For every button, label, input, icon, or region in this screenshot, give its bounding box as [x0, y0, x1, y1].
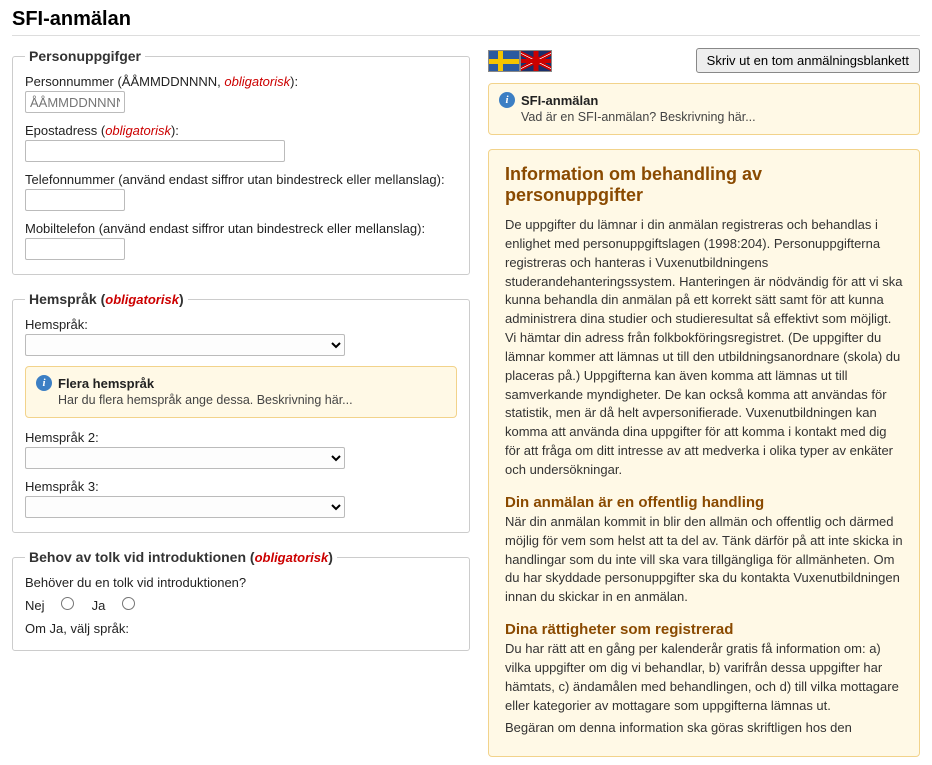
gdpr-subheading-rights: Dina rättigheter som registrerad [505, 621, 903, 638]
lang2-row: Hemspråk 2: [25, 430, 457, 469]
info-icon: i [499, 92, 515, 108]
multiple-lang-info-desc: Har du flera hemspråk ange dessa. Beskri… [36, 393, 446, 407]
info-icon: i [36, 375, 52, 391]
sfi-intro-title: SFI-anmälan [521, 93, 598, 108]
pnr-input[interactable] [25, 91, 125, 113]
phone-label: Telefonnummer (använd endast siffror uta… [25, 172, 457, 187]
interpreter-no-label: Nej [25, 598, 45, 613]
main-columns: Personuppgifger Personnummer (ÅÅMMDDNNNN… [12, 48, 920, 757]
language-legend: Hemspråk (obligatorisk) [25, 291, 188, 307]
gdpr-subheading-public: Din anmälan är en offentlig handling [505, 494, 903, 511]
interpreter-yes-label: Ja [92, 598, 106, 613]
lang1-select[interactable] [25, 334, 345, 356]
interpreter-ifyes: Om Ja, välj språk: [25, 621, 457, 636]
sfi-intro-header: i SFI-anmälan [499, 92, 909, 108]
phone-field[interactable] [25, 189, 125, 211]
pnr-row: Personnummer (ÅÅMMDDNNNN, obligatorisk): [25, 74, 457, 113]
gdpr-paragraph-3: Du har rätt att en gång per kalenderår g… [505, 640, 903, 715]
email-field[interactable] [25, 140, 285, 162]
gdpr-box: Information om behandling av personuppgi… [488, 149, 920, 757]
interpreter-yes-radio[interactable] [122, 597, 135, 610]
lang1-label: Hemspråk: [25, 317, 457, 332]
lang3-label: Hemspråk 3: [25, 479, 457, 494]
interpreter-no-radio[interactable] [61, 597, 74, 610]
flag-sweden-icon[interactable] [488, 50, 520, 72]
email-row: Epostadress (obligatorisk): [25, 123, 457, 162]
gdpr-paragraph-2: När din anmälan kommit in blir den allmä… [505, 513, 903, 607]
sfi-intro-desc: Vad är en SFI-anmälan? Beskrivning här..… [499, 110, 909, 124]
left-column: Personuppgifger Personnummer (ÅÅMMDDNNNN… [12, 48, 470, 651]
right-column: Skriv ut en tom anmälningsblankett i SFI… [488, 48, 920, 757]
interpreter-legend: Behov av tolk vid introduktionen (obliga… [25, 549, 337, 565]
interpreter-radios: Nej Ja [25, 594, 457, 613]
lang1-row: Hemspråk: [25, 317, 457, 356]
phone-row: Telefonnummer (använd endast siffror uta… [25, 172, 457, 211]
language-fieldset: Hemspråk (obligatorisk) Hemspråk: i Fler… [12, 291, 470, 533]
multiple-lang-info: i Flera hemspråk Har du flera hemspråk a… [25, 366, 457, 418]
gdpr-paragraph-4: Begäran om denna information ska göras s… [505, 719, 903, 738]
multiple-lang-info-header: i Flera hemspråk [36, 375, 446, 391]
page-title: SFI-anmälan [12, 8, 920, 31]
flag-uk-icon[interactable] [520, 50, 552, 72]
multiple-lang-info-title: Flera hemspråk [58, 376, 154, 391]
pnr-label: Personnummer (ÅÅMMDDNNNN, obligatorisk): [25, 74, 457, 89]
divider [12, 35, 920, 36]
mobile-row: Mobiltelefon (använd endast siffror utan… [25, 221, 457, 260]
lang3-row: Hemspråk 3: [25, 479, 457, 518]
lang2-select[interactable] [25, 447, 345, 469]
print-blank-form-button[interactable]: Skriv ut en tom anmälningsblankett [696, 48, 920, 73]
language-flags [488, 50, 552, 72]
personal-fieldset: Personuppgifger Personnummer (ÅÅMMDDNNNN… [12, 48, 470, 275]
interpreter-fieldset: Behov av tolk vid introduktionen (obliga… [12, 549, 470, 651]
sfi-intro-info: i SFI-anmälan Vad är en SFI-anmälan? Bes… [488, 83, 920, 135]
mobile-label: Mobiltelefon (använd endast siffror utan… [25, 221, 457, 236]
mobile-field[interactable] [25, 238, 125, 260]
lang2-label: Hemspråk 2: [25, 430, 457, 445]
gdpr-heading: Information om behandling av personuppgi… [505, 164, 903, 206]
right-topbar: Skriv ut en tom anmälningsblankett [488, 48, 920, 73]
lang3-select[interactable] [25, 496, 345, 518]
email-label: Epostadress (obligatorisk): [25, 123, 457, 138]
gdpr-paragraph-1: De uppgifter du lämnar i din anmälan reg… [505, 216, 903, 480]
interpreter-question: Behöver du en tolk vid introduktionen? [25, 575, 457, 590]
personal-legend: Personuppgifger [25, 48, 145, 64]
